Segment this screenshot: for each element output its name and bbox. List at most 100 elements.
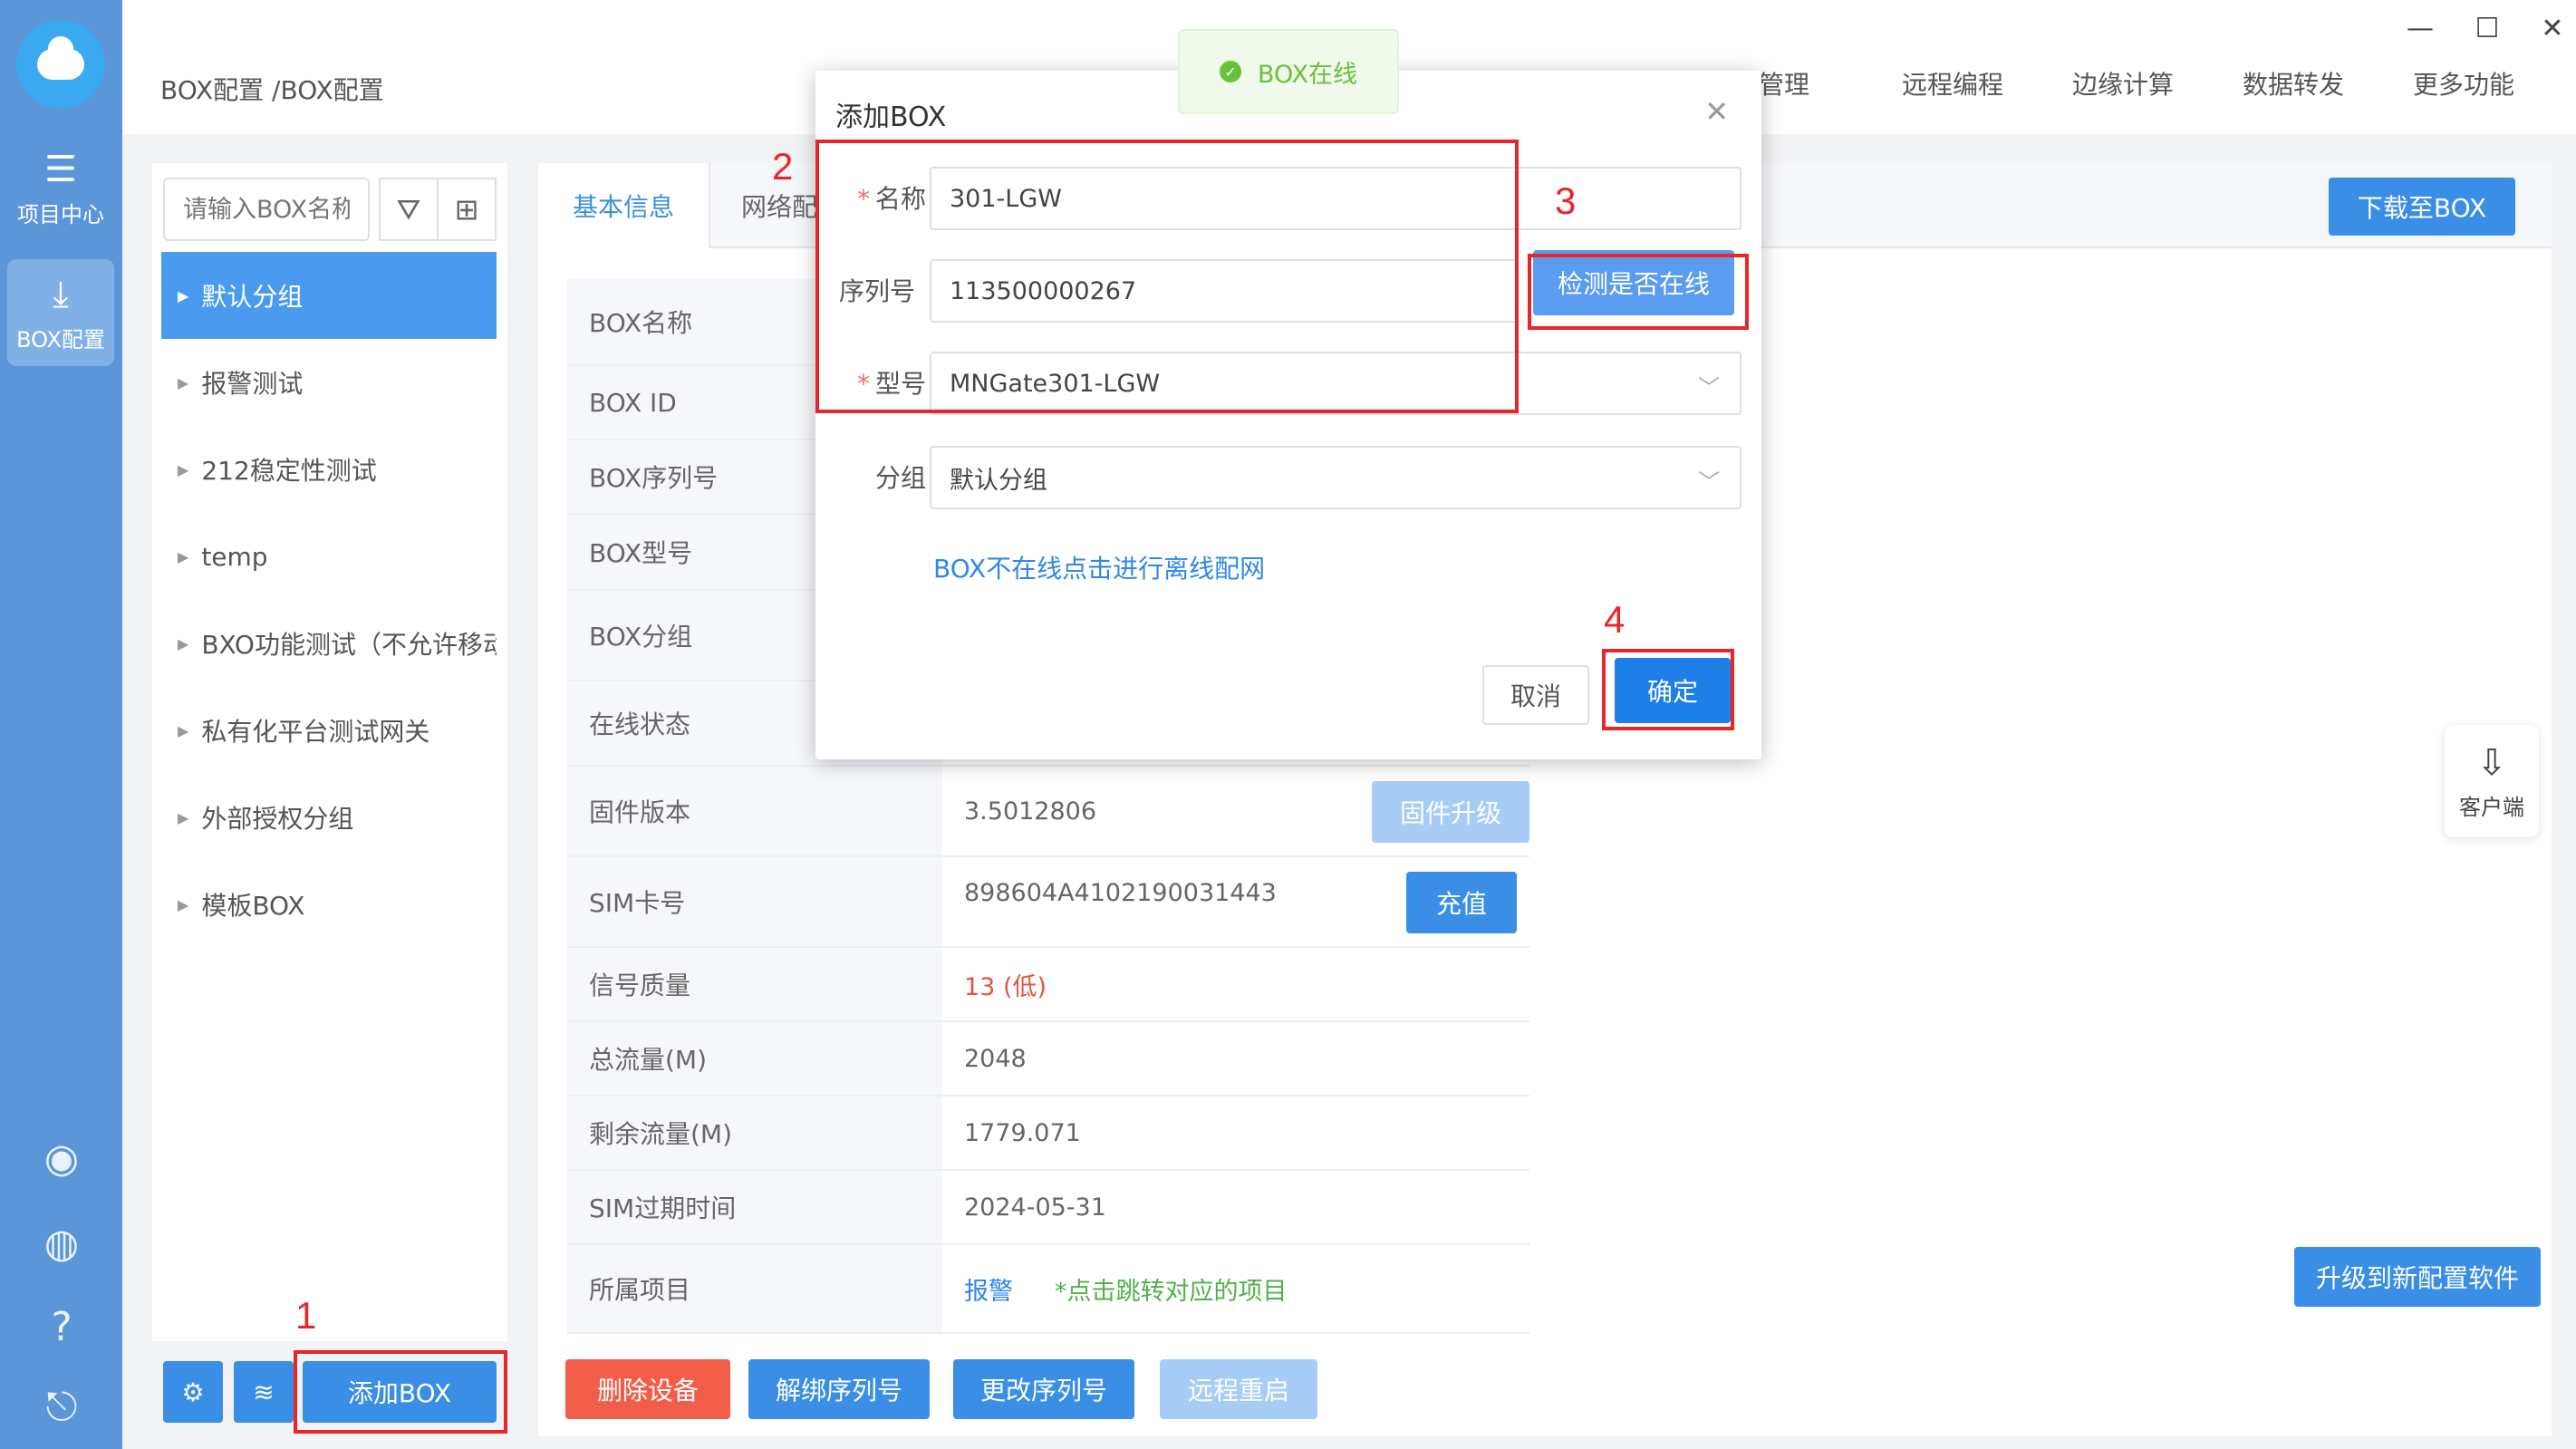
info-row: 固件版本 3.5012806 固件升级 bbox=[567, 767, 1529, 857]
toast-text: BOX在线 bbox=[1257, 60, 1358, 89]
group-label: 212稳定性测试 bbox=[201, 456, 377, 486]
download-to-box-button[interactable]: 下载至BOX bbox=[2329, 178, 2515, 236]
info-key: 信号质量 bbox=[567, 948, 942, 1020]
firmware-upgrade-button[interactable]: 固件升级 bbox=[1372, 781, 1529, 843]
info-row: 总流量(M) 2048 bbox=[567, 1022, 1529, 1096]
delete-device-button[interactable]: 删除设备 bbox=[565, 1359, 730, 1419]
group-item[interactable]: ▶ 模板BOX bbox=[161, 861, 497, 948]
group-item[interactable]: ▶ 外部授权分组 bbox=[161, 774, 497, 861]
client-download-button[interactable]: ⇩ 客户端 bbox=[2445, 725, 2539, 837]
annotation-number-2: 2 bbox=[772, 145, 794, 188]
unbind-serial-button[interactable]: 解绑序列号 bbox=[748, 1359, 930, 1419]
minimize-button[interactable]: — bbox=[2400, 13, 2440, 44]
wifi-off-button[interactable]: ≋ bbox=[234, 1361, 294, 1423]
group-item[interactable]: ▶ 报警测试 bbox=[161, 339, 497, 426]
menu-edge-compute[interactable]: 边缘计算 bbox=[2072, 65, 2174, 101]
group-label: temp bbox=[201, 541, 268, 572]
group-select[interactable]: 默认分组 ﹀ bbox=[930, 446, 1741, 509]
sim-expiry: 2024-05-31 bbox=[964, 1193, 1106, 1222]
info-row: SIM卡号 898604A4102190031443 充值 bbox=[567, 857, 1529, 948]
globe-icon[interactable]: ◍ bbox=[38, 1220, 85, 1267]
info-row: 剩余流量(M) 1779.071 bbox=[567, 1096, 1529, 1171]
cancel-button[interactable]: 取消 bbox=[1482, 665, 1589, 725]
upgrade-software-button[interactable]: 升级到新配置软件 bbox=[2294, 1247, 2541, 1307]
add-folder-icon[interactable]: ⊞ bbox=[437, 178, 497, 241]
group-label: 报警测试 bbox=[201, 369, 304, 399]
breadcrumb: BOX配置 /BOX配置 bbox=[160, 75, 384, 105]
close-window-button[interactable]: ✕ bbox=[2533, 13, 2572, 44]
caret-right-icon: ▶ bbox=[178, 634, 189, 652]
group-item[interactable]: ▶ 私有化平台测试网关 bbox=[161, 687, 497, 774]
info-row: SIM过期时间 2024-05-31 bbox=[567, 1171, 1529, 1245]
total-traffic: 2048 bbox=[964, 1044, 1027, 1073]
nav-label: 项目中心 bbox=[17, 201, 104, 227]
info-key: 总流量(M) bbox=[567, 1022, 942, 1095]
wifi-off-icon: ≋ bbox=[253, 1377, 275, 1407]
menu-more[interactable]: 更多功能 bbox=[2413, 65, 2514, 101]
download-box-icon: ⇩ bbox=[2476, 741, 2507, 784]
help-icon[interactable]: ? bbox=[38, 1303, 85, 1350]
box-search-input[interactable] bbox=[163, 178, 370, 241]
download-icon: ⤓ bbox=[53, 273, 69, 315]
group-label: 默认分组 bbox=[201, 282, 304, 312]
exit-icon[interactable]: ⎋ bbox=[38, 1383, 85, 1430]
group-label: 模板BOX bbox=[201, 891, 305, 921]
remote-restart-button[interactable]: 远程重启 bbox=[1160, 1359, 1317, 1419]
info-row: 所属项目 报警 *点击跳转对应的项目 bbox=[567, 1245, 1529, 1334]
info-key: 所属项目 bbox=[567, 1245, 942, 1332]
annotation-box-3 bbox=[1528, 254, 1749, 330]
remaining-traffic: 1779.071 bbox=[964, 1118, 1081, 1147]
chevron-down-icon: ﹀ bbox=[1698, 469, 1720, 495]
online-toast: ✓ BOX在线 bbox=[1178, 29, 1399, 114]
group-panel: ⛛ ⊞ ▶ 默认分组 ▶ 报警测试 ▶ 212稳定性测试 ▶ temp ▶ BXO功能测试… bbox=[152, 163, 507, 1341]
group-item[interactable]: ▶ BXO功能测试（不允许移动） bbox=[161, 600, 497, 687]
app-logo bbox=[16, 20, 105, 109]
caret-right-icon: ▶ bbox=[178, 286, 189, 304]
group-item[interactable]: ▶ temp bbox=[161, 513, 497, 600]
nav-project-center[interactable]: ☰ 项目中心 bbox=[7, 134, 114, 241]
info-key: 固件版本 bbox=[567, 767, 942, 855]
annotation-box-1 bbox=[294, 1350, 507, 1434]
app-sidebar: ☰ 项目中心 ⤓ BOX配置 ◉ ◍ ? ⎋ bbox=[0, 0, 122, 1449]
annotation-number-3: 3 bbox=[1555, 179, 1577, 222]
caret-right-icon: ▶ bbox=[178, 808, 189, 826]
caret-right-icon: ▶ bbox=[178, 721, 189, 739]
annotation-number-4: 4 bbox=[1604, 598, 1626, 641]
dialog-title: 添加BOX bbox=[835, 101, 947, 133]
sim-number: 898604A4102190031443 bbox=[964, 879, 1277, 907]
group-label: 私有化平台测试网关 bbox=[201, 717, 430, 747]
menu-data-forward[interactable]: 数据转发 bbox=[2243, 65, 2344, 101]
info-key: SIM过期时间 bbox=[567, 1171, 942, 1243]
project-hint: *点击跳转对应的项目 bbox=[1055, 1277, 1288, 1306]
gear-icon: ⚙ bbox=[181, 1377, 205, 1407]
annotation-box-2 bbox=[815, 140, 1519, 413]
list-icon: ☰ bbox=[44, 148, 77, 190]
offline-config-link[interactable]: BOX不在线点击进行离线配网 bbox=[933, 549, 1265, 585]
annotation-box-4 bbox=[1602, 649, 1734, 730]
close-icon[interactable]: ✕ bbox=[1704, 94, 1729, 129]
filter-icon[interactable]: ⛛ bbox=[379, 178, 439, 241]
nav-box-config[interactable]: ⤓ BOX配置 bbox=[7, 259, 114, 366]
settings-button[interactable]: ⚙ bbox=[163, 1361, 223, 1423]
maximize-button[interactable]: ☐ bbox=[2467, 13, 2507, 44]
signal-quality: 13 (低) bbox=[964, 972, 1047, 1001]
menu-remote-program[interactable]: 远程编程 bbox=[1902, 65, 2003, 101]
caret-right-icon: ▶ bbox=[178, 460, 189, 478]
info-key: 剩余流量(M) bbox=[567, 1096, 942, 1169]
check-circle-icon: ✓ bbox=[1219, 61, 1241, 82]
caret-right-icon: ▶ bbox=[178, 547, 189, 565]
group-label: 外部授权分组 bbox=[201, 804, 354, 834]
recharge-button[interactable]: 充值 bbox=[1406, 872, 1517, 933]
user-icon[interactable]: ◉ bbox=[38, 1135, 85, 1182]
chevron-down-icon: ﹀ bbox=[1698, 375, 1720, 401]
tab-basic-info[interactable]: 基本信息 bbox=[538, 163, 710, 248]
firmware-version: 3.5012806 bbox=[964, 797, 1097, 826]
cloud-icon bbox=[37, 36, 84, 80]
group-item[interactable]: ▶ 212稳定性测试 bbox=[161, 426, 497, 513]
project-link[interactable]: 报警 bbox=[964, 1245, 1013, 1332]
change-serial-button[interactable]: 更改序列号 bbox=[953, 1359, 1134, 1419]
group-item-default[interactable]: ▶ 默认分组 bbox=[161, 252, 497, 339]
nav-label: BOX配置 bbox=[16, 326, 105, 353]
annotation-number-1: 1 bbox=[295, 1294, 317, 1337]
group-label: 分组 bbox=[874, 463, 926, 493]
